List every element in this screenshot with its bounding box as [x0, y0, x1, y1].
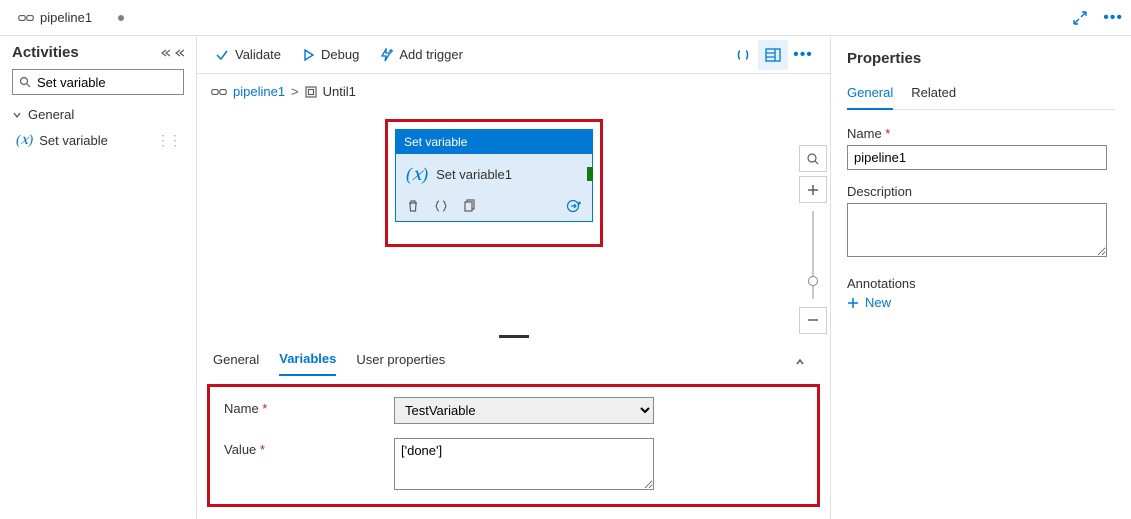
canvas-more-button[interactable]: ••• — [788, 40, 818, 70]
variable-icon: (𝑥) — [16, 132, 33, 149]
code-view-button[interactable] — [728, 40, 758, 70]
tab-variables[interactable]: Variables — [279, 347, 336, 376]
title-bar: pipeline1 ••• — [0, 0, 1131, 36]
group-label: General — [28, 107, 74, 122]
value-textarea[interactable] — [394, 438, 654, 490]
name-label: Name — [224, 397, 394, 416]
prop-name-input[interactable] — [847, 145, 1107, 170]
name-select[interactable]: TestVariable — [394, 397, 654, 424]
variable-icon: (𝑥) — [406, 164, 428, 185]
card-header: Set variable — [396, 130, 592, 154]
play-icon — [301, 48, 315, 62]
prop-name-label: Name — [847, 126, 1115, 141]
chevron-down-icon — [12, 110, 22, 120]
validate-button[interactable]: Validate — [209, 43, 287, 66]
prop-desc-label: Description — [847, 184, 1115, 199]
activities-search[interactable] — [12, 69, 184, 95]
properties-panel: Properties General Related Name Descript… — [831, 36, 1131, 519]
design-canvas[interactable]: Set variable (𝑥) Set variable1 — [197, 105, 796, 334]
activity-set-variable[interactable]: (𝑥) Set variable ⋮⋮ — [12, 128, 184, 153]
value-label: Value — [224, 438, 394, 457]
tab-general[interactable]: General — [213, 348, 259, 375]
check-icon — [215, 48, 229, 62]
zoom-search-button[interactable] — [799, 145, 827, 172]
canvas-toolbar: Validate Debug Add trigger ••• — [197, 36, 830, 74]
more-icon[interactable]: ••• — [1095, 3, 1131, 33]
zoom-in-button[interactable] — [799, 176, 827, 203]
collapse-bottom-icon[interactable] — [786, 352, 814, 372]
prop-desc-input[interactable] — [847, 203, 1107, 257]
prop-tab-general[interactable]: General — [847, 81, 893, 110]
add-trigger-label: Add trigger — [399, 47, 463, 62]
pipeline-icon — [18, 12, 34, 24]
properties-toggle-button[interactable] — [758, 40, 788, 70]
group-general[interactable]: General — [12, 103, 184, 126]
pipeline-tab[interactable]: pipeline1 — [10, 6, 132, 29]
zoom-track[interactable] — [812, 211, 814, 298]
activity-card[interactable]: Set variable (𝑥) Set variable1 — [395, 129, 593, 222]
variables-form: Name TestVariable Value — [207, 384, 820, 507]
zoom-thumb[interactable] — [808, 276, 818, 286]
activities-panel: Activities — [0, 36, 197, 519]
pipeline-glyph-icon — [211, 86, 227, 98]
new-annotation-label: New — [865, 295, 891, 310]
prop-annot-label: Annotations — [847, 276, 1115, 291]
add-trigger-button[interactable]: Add trigger — [373, 43, 469, 66]
properties-title: Properties — [847, 50, 1115, 67]
zoom-control — [796, 105, 830, 334]
add-output-icon[interactable] — [566, 199, 582, 213]
search-icon — [19, 76, 31, 88]
collapse-all-icon[interactable] — [160, 48, 170, 58]
breadcrumb-child: Until1 — [323, 84, 356, 99]
validate-label: Validate — [235, 47, 281, 62]
activity-label: Set variable — [39, 133, 108, 148]
bottom-tabs: General Variables User properties — [197, 339, 830, 376]
tab-title: pipeline1 — [40, 10, 92, 25]
activities-title: Activities — [12, 44, 79, 61]
debug-label: Debug — [321, 47, 359, 62]
prop-tab-related[interactable]: Related — [911, 81, 956, 109]
output-port[interactable] — [587, 167, 593, 181]
delete-icon[interactable] — [406, 199, 420, 213]
collapse-panel-icon[interactable] — [174, 48, 184, 58]
tab-user-properties[interactable]: User properties — [356, 348, 445, 375]
zoom-out-button[interactable] — [799, 307, 827, 334]
drag-grip-icon[interactable]: ⋮⋮ — [156, 132, 180, 149]
breadcrumb-sep: > — [291, 84, 299, 99]
until-glyph-icon — [305, 86, 317, 98]
card-title: Set variable1 — [436, 167, 512, 182]
braces-icon[interactable] — [434, 199, 448, 213]
debug-button[interactable]: Debug — [295, 43, 365, 66]
breadcrumb-root[interactable]: pipeline1 — [233, 84, 285, 99]
new-annotation-button[interactable]: New — [847, 295, 1115, 310]
expand-icon[interactable] — [1065, 5, 1095, 31]
copy-icon[interactable] — [462, 199, 476, 213]
search-input[interactable] — [37, 75, 177, 90]
breadcrumb: pipeline1 > Until1 — [197, 74, 830, 105]
trigger-icon — [379, 48, 393, 62]
unsaved-dot-icon — [118, 15, 124, 21]
